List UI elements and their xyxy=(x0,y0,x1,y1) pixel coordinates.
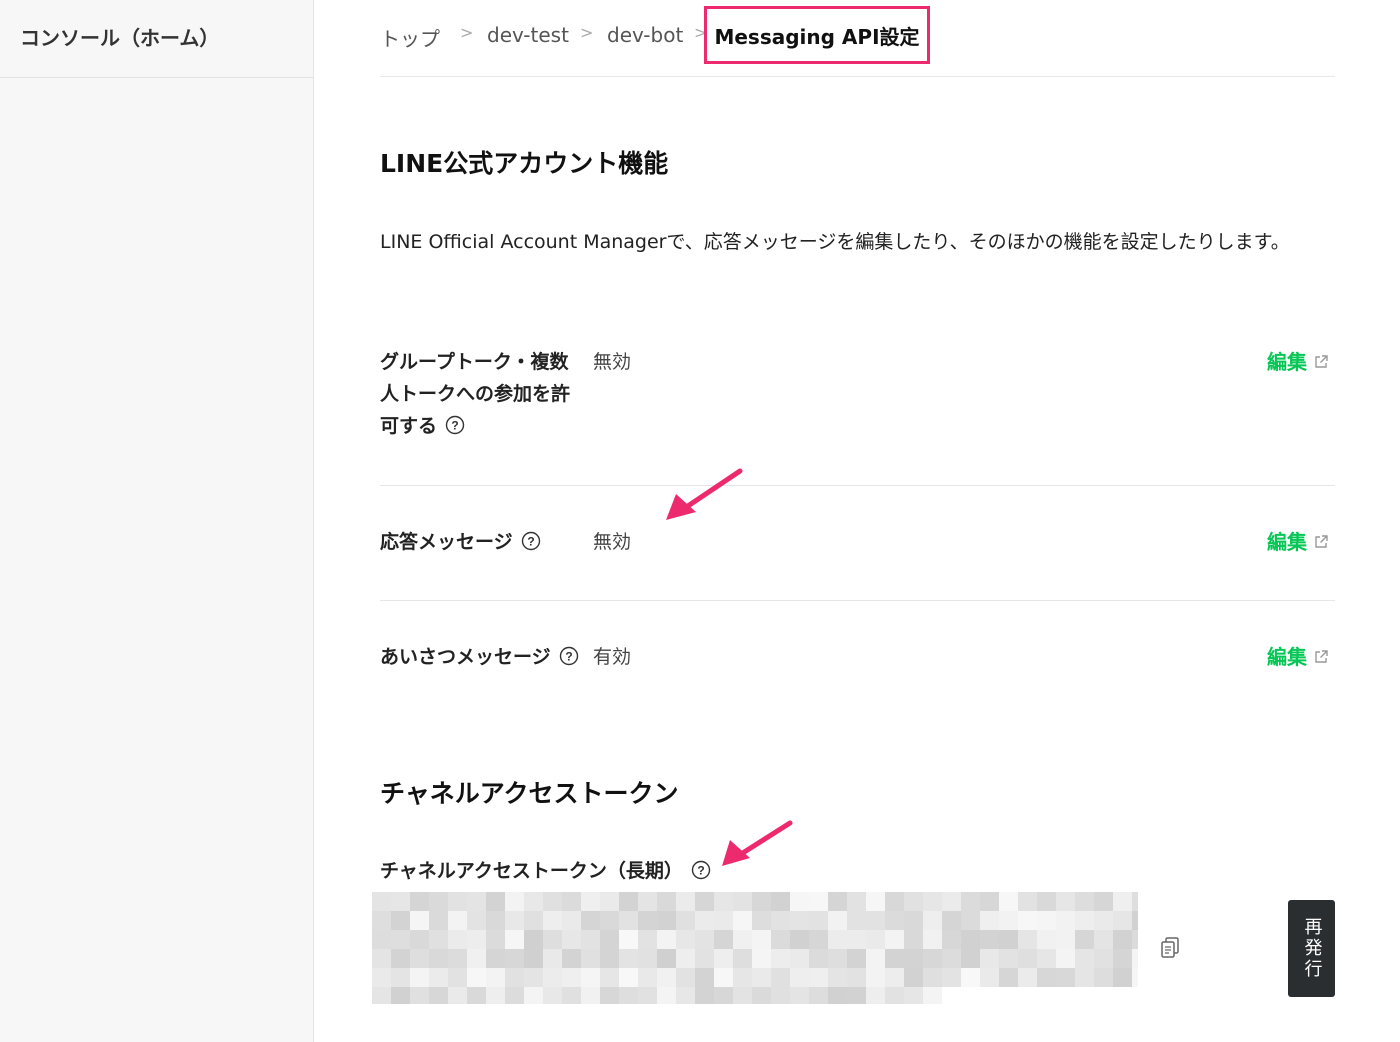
token-section-title: チャネルアクセストークン xyxy=(380,779,679,808)
help-icon[interactable]: ? xyxy=(559,646,579,666)
line-features-description: LINE Official Account Managerで、応答メッセージを編… xyxy=(380,231,1290,253)
token-value-redacted xyxy=(372,892,1138,1004)
breadcrumb-provider[interactable]: dev-test xyxy=(487,23,569,47)
svg-text:?: ? xyxy=(697,864,704,878)
external-link-icon xyxy=(1315,650,1328,663)
row-divider xyxy=(380,485,1335,486)
main-content: トップ > dev-test > dev-bot > Messaging API… xyxy=(372,0,1335,1004)
breadcrumb-channel[interactable]: dev-bot xyxy=(607,23,683,47)
external-link-icon xyxy=(1315,535,1328,548)
setting-value: 無効 xyxy=(593,351,632,373)
breadcrumb: トップ > dev-test > dev-bot > Messaging API… xyxy=(380,0,1335,77)
annotation-arrow-icon xyxy=(666,468,743,520)
edit-link[interactable]: 編集 xyxy=(1267,526,1329,558)
edit-link-text: 編集 xyxy=(1267,350,1307,374)
edit-link-text: 編集 xyxy=(1267,530,1307,554)
breadcrumb-current: Messaging API設定 xyxy=(704,6,930,64)
setting-label-text: あいさつメッセージ xyxy=(380,646,551,668)
help-icon[interactable]: ? xyxy=(521,531,541,551)
token-label: チャネルアクセストークン（長期）? xyxy=(380,854,711,888)
setting-value: 無効 xyxy=(593,531,632,553)
svg-text:?: ? xyxy=(451,419,458,433)
help-icon[interactable]: ? xyxy=(691,860,711,880)
reissue-button[interactable]: 再発行 xyxy=(1288,900,1335,997)
edit-link[interactable]: 編集 xyxy=(1267,346,1329,378)
help-icon[interactable]: ? xyxy=(445,415,465,435)
edit-link-text: 編集 xyxy=(1267,645,1307,669)
line-features-title: LINE公式アカウント機能 xyxy=(380,149,669,178)
setting-label-text: グループトーク・複数人トークへの参加を許可する xyxy=(380,351,571,437)
external-link-icon xyxy=(1315,355,1328,368)
copy-icon[interactable] xyxy=(1160,936,1182,960)
setting-label: グループトーク・複数人トークへの参加を許可する? xyxy=(380,346,580,442)
setting-label: あいさつメッセージ? xyxy=(380,641,580,673)
svg-text:?: ? xyxy=(527,535,534,549)
row-divider xyxy=(380,600,1335,601)
setting-label: 応答メッセージ? xyxy=(380,526,590,558)
breadcrumb-separator: > xyxy=(460,23,474,42)
sidebar-title: コンソール（ホーム） xyxy=(20,26,220,50)
setting-label-text: 応答メッセージ xyxy=(380,531,513,553)
svg-text:?: ? xyxy=(565,650,572,664)
breadcrumb-separator: > xyxy=(580,23,594,42)
annotation-arrow-icon xyxy=(722,820,793,866)
edit-link[interactable]: 編集 xyxy=(1267,641,1329,673)
sidebar-home-link[interactable]: コンソール（ホーム） xyxy=(0,0,313,78)
breadcrumb-top[interactable]: トップ xyxy=(380,23,440,52)
sidebar: コンソール（ホーム） xyxy=(0,0,314,1042)
pixelation-mosaic xyxy=(372,892,1138,1004)
token-label-text: チャネルアクセストークン（長期） xyxy=(380,860,683,882)
setting-value: 有効 xyxy=(593,646,632,668)
